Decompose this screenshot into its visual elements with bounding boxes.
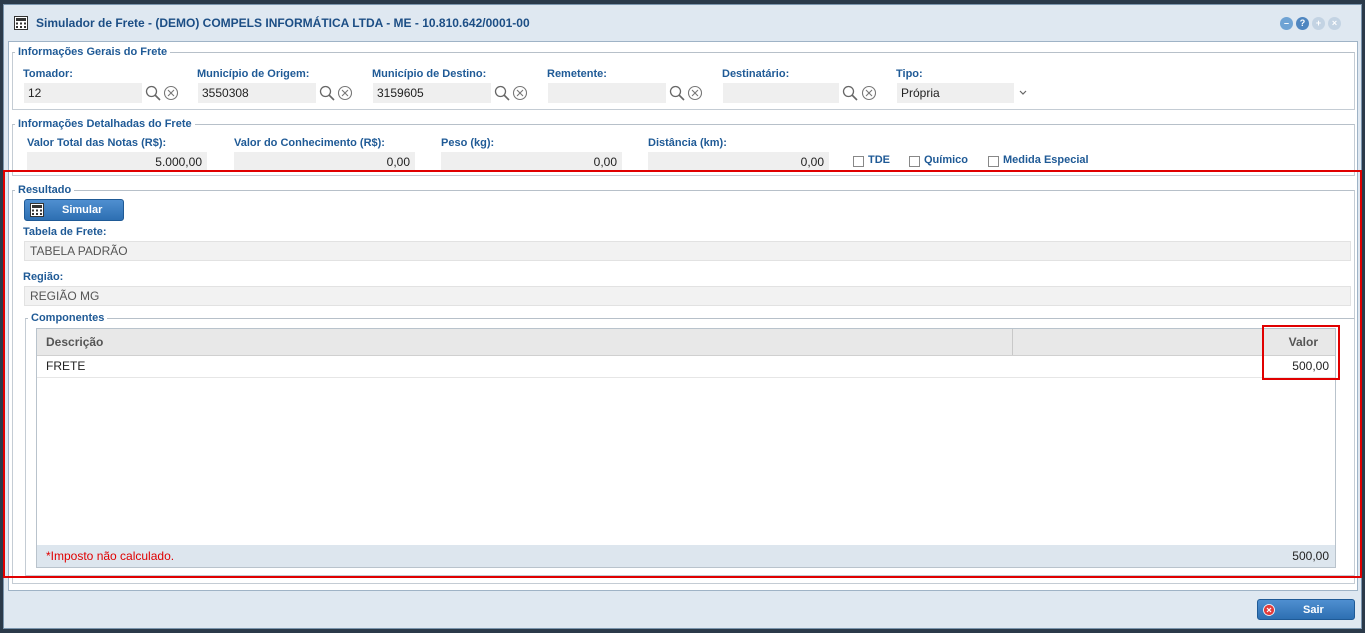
tabela-frete-field: TABELA PADRÃO [24,241,1351,261]
search-icon[interactable] [494,85,510,101]
regiao-label: Região: [23,271,64,283]
tde-label: TDE [868,154,890,166]
sair-button[interactable]: Sair [1257,599,1355,620]
search-icon[interactable] [669,85,685,101]
row-valor: 500,00 [1292,359,1329,373]
municipio-origem-label: Município de Origem: [197,68,310,80]
clear-icon[interactable] [687,85,703,101]
search-icon[interactable] [842,85,858,101]
tipo-label: Tipo: [896,68,923,80]
window-controls: – ? + × [1280,17,1341,30]
medida-especial-label: Medida Especial [1003,154,1089,166]
destinatario-label: Destinatário: [722,68,790,80]
remetente-label: Remetente: [547,68,607,80]
valor-conhecimento-label: Valor do Conhecimento (R$): [234,137,385,149]
grid-header-divider [1012,329,1013,355]
distancia-input[interactable]: 0,00 [648,152,829,172]
imposto-warning: *Imposto não calculado. [46,549,175,563]
clear-icon[interactable] [163,85,179,101]
help-icon[interactable]: ? [1296,17,1309,30]
peso-input[interactable]: 0,00 [441,152,622,172]
municipio-destino-input[interactable]: 3159605 [373,83,491,103]
destinatario-input[interactable] [723,83,839,103]
window-titlebar: Simulador de Frete - (DEMO) COMPELS INFO… [4,5,1361,41]
simulador-frete-window: Simulador de Frete - (DEMO) COMPELS INFO… [3,4,1362,629]
grid-header: Descrição Valor [37,329,1335,356]
minimize-icon[interactable]: – [1280,17,1293,30]
componentes-legend: Componentes [31,312,105,324]
tde-checkbox[interactable] [853,156,864,167]
close-icon[interactable]: × [1328,17,1341,30]
window-title: Simulador de Frete - (DEMO) COMPELS INFO… [36,16,530,30]
tabela-frete-label: Tabela de Frete: [23,226,107,238]
table-row[interactable]: FRETE 500,00 [37,355,1335,378]
grid-footer: *Imposto não calculado. 500,00 [37,545,1335,567]
search-icon[interactable] [145,85,161,101]
search-icon[interactable] [319,85,335,101]
regiao-field: REGIÃO MG [24,286,1351,306]
clear-icon[interactable] [337,85,353,101]
clear-icon[interactable] [861,85,877,101]
row-descricao: FRETE [46,359,86,373]
tomador-input[interactable]: 12 [24,83,142,103]
chevron-down-icon[interactable] [1015,85,1031,101]
tipo-select[interactable]: Própria [897,83,1014,103]
componentes-grid: Descrição Valor FRETE 500,00 *Imposto nã… [36,328,1336,568]
informacoes-gerais-legend: Informações Gerais do Frete [18,46,168,58]
footer-total: 500,00 [1292,549,1329,563]
quimico-label: Químico [924,154,969,166]
distancia-label: Distância (km): [648,137,727,149]
maximize-icon[interactable]: + [1312,17,1325,30]
valor-conhecimento-input[interactable]: 0,00 [234,152,415,172]
remetente-input[interactable] [548,83,666,103]
peso-label: Peso (kg): [441,137,495,149]
valor-notas-input[interactable]: 5.000,00 [27,152,207,172]
resultado-legend: Resultado [18,184,72,196]
informacoes-detalhadas-legend: Informações Detalhadas do Frete [18,118,192,130]
medida-especial-checkbox[interactable] [988,156,999,167]
simular-label: Simular [62,204,103,216]
tomador-label: Tomador: [23,68,73,80]
sair-label: Sair [1303,603,1324,616]
simular-button[interactable]: Simular [24,199,124,221]
calculator-icon [30,203,44,217]
valor-notas-label: Valor Total das Notas (R$): [27,137,167,149]
clear-icon[interactable] [512,85,528,101]
quimico-checkbox[interactable] [909,156,920,167]
col-valor-header[interactable]: Valor [1289,329,1318,355]
exit-icon [1263,603,1275,616]
col-descricao-header[interactable]: Descrição [46,329,103,355]
municipio-origem-input[interactable]: 3550308 [198,83,316,103]
municipio-destino-label: Município de Destino: [372,68,487,80]
calculator-icon [14,16,28,30]
